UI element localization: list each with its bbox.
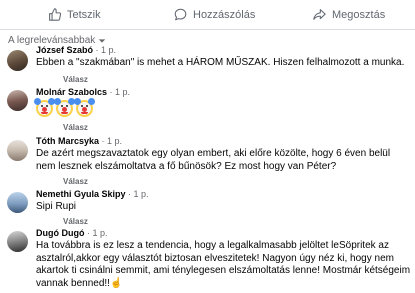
comment-bubble-icon — [174, 8, 187, 21]
avatar[interactable] — [7, 231, 28, 252]
like-label: Tetszik — [67, 8, 101, 21]
like-button[interactable]: Tetszik — [48, 0, 101, 29]
share-arrow-icon — [313, 9, 326, 20]
comment-text: Ebben a "szakmában" is mehet a HÁROM MŰS… — [36, 57, 405, 68]
chevron-down-icon — [99, 38, 106, 43]
comment-text: Sipi Rupi — [36, 201, 77, 212]
comment-text: De azért megszavaztatok egy olyan embert… — [36, 148, 391, 172]
reply-button[interactable]: Válasz — [63, 177, 88, 186]
share-label: Megosztás — [332, 8, 386, 21]
clown-face-icon — [74, 98, 95, 117]
avatar[interactable] — [7, 50, 28, 71]
comment-button[interactable]: Hozzászólás — [174, 0, 255, 29]
author-name[interactable]: József Szabó — [36, 45, 93, 55]
reply-button[interactable]: Válasz — [63, 123, 88, 132]
comment-author[interactable]: József Szabó · 1 p. — [36, 45, 116, 56]
clown-face-icon — [34, 98, 55, 117]
comment-label: Hozzászólás — [193, 8, 256, 21]
author-name[interactable]: Tóth Marcsyka — [36, 136, 99, 146]
comment-text: Ha továbbra is ez lesz a tendencia, hogy… — [36, 240, 411, 289]
avatar[interactable] — [7, 90, 28, 111]
avatar[interactable] — [7, 192, 28, 213]
author-name[interactable]: Molnár Szabolcs — [36, 87, 107, 97]
author-name[interactable]: Nemethi Gyula Skipy — [36, 189, 126, 199]
comment-time[interactable]: 1 p. — [101, 45, 116, 55]
comment-author[interactable]: Dugó Dugó · 1 p. — [36, 228, 108, 239]
reply-button[interactable]: Válasz — [63, 75, 88, 84]
share-button[interactable]: Megosztás — [313, 0, 385, 29]
comment-time[interactable]: 1 p. — [115, 87, 130, 97]
comment-author[interactable]: Nemethi Gyula Skipy · 1 p. — [36, 189, 149, 200]
thumbs-up-icon — [49, 8, 61, 21]
comment-time[interactable]: 1 p. — [107, 136, 122, 146]
comment-time[interactable]: 1 p. — [93, 228, 108, 238]
avatar[interactable] — [7, 140, 28, 161]
author-name[interactable]: Dugó Dugó — [36, 228, 85, 238]
comment-author[interactable]: Tóth Marcsyka · 1 p. — [36, 136, 122, 147]
comment-author[interactable]: Molnár Szabolcs · 1 p. — [36, 87, 130, 98]
reply-button[interactable]: Válasz — [63, 217, 88, 226]
emoji-reaction-row — [34, 98, 95, 117]
comment-time[interactable]: 1 p. — [134, 189, 149, 199]
clown-face-icon — [54, 98, 75, 117]
post-action-bar: Tetszik Hozzászólás Megosztás — [0, 0, 415, 30]
